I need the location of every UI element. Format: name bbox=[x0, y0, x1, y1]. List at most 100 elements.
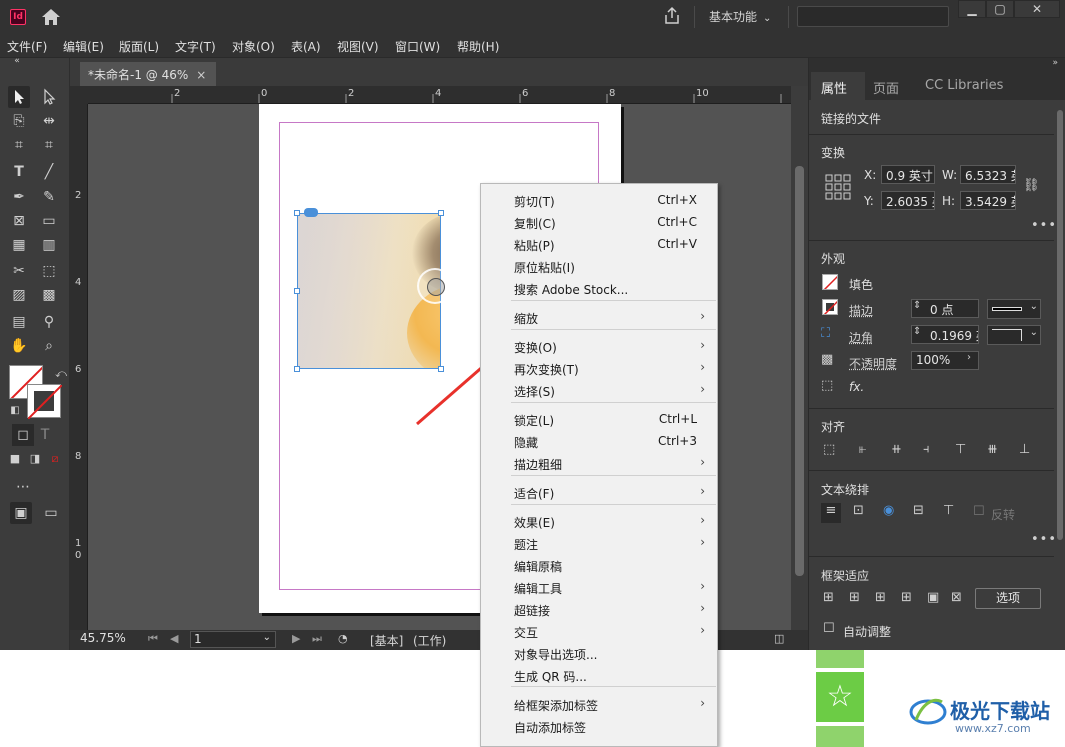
stroke-swatch[interactable] bbox=[822, 299, 838, 315]
context-menu-item[interactable]: 编辑原稿 bbox=[481, 554, 717, 576]
center-content-icon[interactable]: ▣ bbox=[927, 590, 939, 605]
document-tab[interactable]: *未命名-1 @ 46% × bbox=[80, 62, 217, 86]
stepper-icon[interactable]: ⇕ bbox=[913, 326, 921, 337]
menu-window[interactable]: 窗口(W) bbox=[395, 38, 440, 55]
frame-icon[interactable]: ⬚ bbox=[821, 378, 833, 393]
align-bottom-icon[interactable]: ⊥ bbox=[1019, 442, 1030, 457]
pencil-tool-icon[interactable]: ✎ bbox=[38, 186, 60, 208]
stroke-label[interactable]: 描边 bbox=[849, 302, 873, 319]
close-window-button[interactable]: ✕ bbox=[1014, 0, 1060, 18]
tab-cc-libraries[interactable]: CC Libraries bbox=[925, 78, 1003, 93]
share-icon[interactable] bbox=[662, 6, 682, 26]
collapse-panel-icon[interactable]: » bbox=[1052, 58, 1058, 68]
stroke-swatch[interactable] bbox=[27, 384, 62, 419]
menu-edit[interactable]: 编辑(E) bbox=[63, 38, 104, 55]
opacity-label[interactable]: 不透明度 bbox=[849, 355, 897, 372]
more-options-icon[interactable]: ••• bbox=[1031, 218, 1057, 233]
resize-handle[interactable] bbox=[438, 210, 444, 216]
frame-fitting-options-button[interactable]: 选项 bbox=[975, 588, 1041, 609]
eyedropper-tool-icon[interactable]: ⚲ bbox=[38, 311, 60, 333]
minimize-button[interactable]: ▁ bbox=[958, 0, 986, 18]
grid-tool-icon[interactable]: ▥ bbox=[38, 234, 60, 256]
corner-label[interactable]: 边角 bbox=[849, 329, 873, 346]
split-view-icon[interactable]: ◫ bbox=[774, 632, 784, 645]
chevron-right-icon[interactable]: › bbox=[967, 352, 971, 363]
constrain-proportions-icon[interactable]: ⛓ bbox=[1023, 178, 1040, 193]
effects-label[interactable]: fx. bbox=[849, 380, 864, 394]
collapse-toolbox-icon[interactable]: « bbox=[6, 56, 28, 68]
fit-content-to-frame-icon[interactable]: ⊞ bbox=[901, 590, 912, 605]
y-field[interactable]: 2.6035 英 bbox=[881, 191, 935, 210]
context-menu-item[interactable]: 变换(O) › bbox=[481, 335, 717, 357]
context-menu-item[interactable]: 缩放 › bbox=[481, 306, 717, 328]
wrap-bounding-box-icon[interactable]: ⊡ bbox=[853, 503, 864, 518]
selection-tool-icon[interactable] bbox=[8, 86, 30, 108]
apply-none-icon[interactable]: ⧄ bbox=[44, 448, 66, 470]
wrap-object-shape-icon[interactable]: ◉ bbox=[883, 503, 894, 518]
formatting-container-icon[interactable]: ◻ bbox=[12, 424, 34, 446]
context-menu-item[interactable]: 自动添加标签 bbox=[481, 715, 717, 737]
panel-scrollbar[interactable] bbox=[1054, 102, 1065, 650]
context-menu-item[interactable]: 效果(E) › bbox=[481, 510, 717, 532]
align-top-icon[interactable]: ⊤ bbox=[955, 442, 966, 457]
close-tab-icon[interactable]: × bbox=[196, 68, 206, 82]
preflight-icon[interactable]: ◔ bbox=[338, 632, 348, 645]
context-menu-item[interactable]: 剪切(T) Ctrl+X bbox=[481, 189, 717, 211]
menu-file[interactable]: 文件(F) bbox=[7, 38, 47, 55]
next-page-icon[interactable]: ▶ bbox=[292, 632, 300, 645]
home-icon[interactable] bbox=[40, 7, 62, 27]
menu-help[interactable]: 帮助(H) bbox=[457, 38, 499, 55]
stroke-type-dropdown[interactable]: ⌄ bbox=[987, 299, 1041, 319]
context-menu-item[interactable]: 题注 › bbox=[481, 532, 717, 554]
content-aware-fit-icon[interactable]: ⊠ bbox=[951, 590, 962, 605]
default-fill-stroke-icon[interactable]: ◧ bbox=[4, 400, 26, 422]
vertical-scrollbar[interactable] bbox=[791, 86, 808, 630]
line-tool-icon[interactable]: ╱ bbox=[38, 161, 60, 183]
rectangle-frame-tool-icon[interactable]: ⊠ bbox=[8, 210, 30, 232]
context-menu-item[interactable]: 选择(S) › bbox=[481, 379, 717, 401]
jump-object-icon[interactable]: ⊟ bbox=[913, 503, 924, 518]
preview-mode-icon[interactable]: ▭ bbox=[40, 502, 62, 524]
invert-checkbox[interactable]: ☐ bbox=[973, 504, 985, 519]
w-field[interactable]: 6.5323 英 bbox=[960, 165, 1016, 184]
auto-fit-checkbox[interactable]: ☐ bbox=[823, 621, 835, 636]
align-center-v-icon[interactable]: ⧻ bbox=[987, 442, 998, 457]
context-menu-item[interactable]: 描边粗细 › bbox=[481, 452, 717, 474]
menu-object[interactable]: 对象(O) bbox=[232, 38, 275, 55]
favorite-star-icon[interactable]: ☆ bbox=[816, 672, 864, 722]
context-menu-item[interactable]: 隐藏 Ctrl+3 bbox=[481, 430, 717, 452]
zoom-tool-icon[interactable]: ⌕ bbox=[38, 335, 60, 357]
link-icon[interactable] bbox=[304, 208, 318, 217]
reference-point-icon[interactable] bbox=[825, 174, 851, 200]
scrollbar-thumb[interactable] bbox=[1057, 110, 1063, 540]
menu-view[interactable]: 视图(V) bbox=[337, 38, 379, 55]
context-menu-item[interactable]: 锁定(L) Ctrl+L bbox=[481, 408, 717, 430]
context-menu-item[interactable]: 复制(C) Ctrl+C bbox=[481, 211, 717, 233]
fill-swatch[interactable] bbox=[822, 274, 838, 290]
align-left-icon[interactable]: ⫦ bbox=[859, 442, 866, 457]
maximize-button[interactable]: ▢ bbox=[986, 0, 1014, 18]
page-number-field[interactable]: 1 ⌄ bbox=[190, 631, 276, 648]
first-page-icon[interactable]: ⏮ bbox=[148, 632, 158, 646]
side-widget-button[interactable] bbox=[816, 650, 864, 668]
fill-frame-proportionally-icon[interactable]: ⊞ bbox=[823, 590, 834, 605]
context-menu-item[interactable]: 搜索 Adobe Stock... bbox=[481, 277, 717, 299]
h-field[interactable]: 3.5429 英 bbox=[960, 191, 1016, 210]
preflight-profile[interactable]: [基本] bbox=[370, 632, 403, 649]
formatting-text-icon[interactable]: T bbox=[34, 424, 56, 446]
align-to-selection-icon[interactable]: ⬚ bbox=[823, 442, 835, 457]
menu-layout[interactable]: 版面(L) bbox=[119, 38, 159, 55]
vertical-ruler[interactable]: 2 4 6 8 1 0 bbox=[70, 104, 88, 630]
table-tool-icon[interactable]: ▦ bbox=[8, 234, 30, 256]
align-center-h-icon[interactable]: ⧺ bbox=[891, 442, 902, 457]
more-options-icon[interactable]: ••• bbox=[1031, 532, 1057, 547]
gradient-swatch-tool-icon[interactable]: ▨ bbox=[8, 284, 30, 306]
menu-table[interactable]: 表(A) bbox=[291, 38, 321, 55]
prev-page-icon[interactable]: ◀ bbox=[170, 632, 178, 645]
free-transform-tool-icon[interactable]: ⬚ bbox=[38, 260, 60, 282]
zoom-field[interactable]: 45.75% bbox=[80, 631, 138, 648]
gap-tool-icon[interactable]: ⇹ bbox=[38, 110, 60, 132]
context-menu-item[interactable]: 交互 › bbox=[481, 620, 717, 642]
corner-options-icon[interactable]: ⛶ bbox=[821, 326, 830, 341]
context-menu-item[interactable]: 适合(F) › bbox=[481, 481, 717, 503]
